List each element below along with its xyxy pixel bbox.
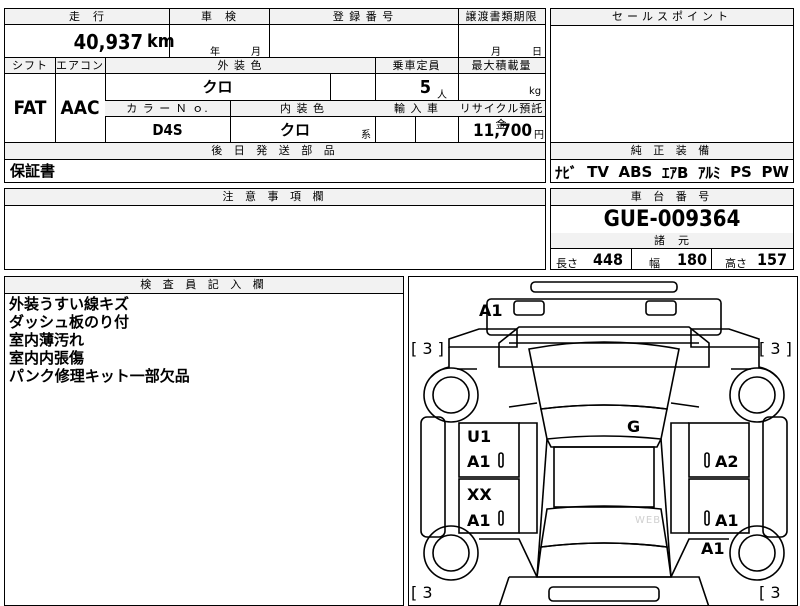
equipment-nav: ﾅﾋﾞ [555, 163, 578, 182]
exterior-label: 外 装 色 [105, 58, 375, 74]
notes-box: 注 意 事 項 欄 [4, 188, 546, 270]
registration-label: 登 録 番 号 [269, 9, 458, 25]
equipment-list: ﾅﾋﾞ TV ABS ｴｱB ｱﾙﾐ PS PW [555, 160, 789, 184]
length-label: 長さ [556, 257, 578, 270]
width-value: 180 [677, 250, 708, 269]
ac-value: AAC [60, 97, 100, 119]
equipment-label: 純 正 装 備 [551, 143, 793, 160]
equipment-pw: PW [761, 163, 789, 181]
inspector-note: 室内内張傷 [9, 349, 85, 367]
inspection-label: 車 検 [169, 9, 269, 25]
sales-point-box: セールスポイント [550, 8, 794, 143]
equipment-abs: ABS [618, 163, 653, 181]
inspector-note: ダッシュ板のり付 [9, 313, 130, 331]
shift-label: シフト [5, 58, 55, 74]
interior-unit: 系 [361, 130, 371, 141]
inspector-note: パンク修理キット一部欠品 [9, 367, 190, 385]
equipment-tv: TV [587, 163, 609, 181]
interior-label: 内 装 色 [230, 101, 375, 117]
length-value: 448 [593, 250, 624, 269]
transfer-month: 月 [491, 47, 501, 58]
recycle-label: リサイクル預託金 [458, 101, 545, 131]
ac-label: エアコン [55, 58, 105, 74]
later-parts-value: 保証書 [10, 162, 56, 180]
inspection-year: 年 [210, 47, 220, 58]
mark-right-quarter: A1 [701, 539, 725, 558]
mark-left-rear-a: A1 [467, 511, 491, 530]
mileage-value: 40,937 [73, 30, 143, 54]
mileage-label: 走 行 [5, 9, 169, 25]
notes-label: 注 意 事 項 欄 [5, 189, 545, 206]
mileage-unit: km [147, 31, 175, 52]
mark-left-rear-x: XX [467, 485, 492, 504]
interior-value: クロ [279, 121, 310, 139]
inspector-label: 検 査 員 記 入 欄 [5, 277, 403, 294]
transfer-day: 日 [532, 47, 542, 58]
damage-diagram: A1 [ 3 ] [ 3 ] G U1 A1 XX A1 A2 A1 A1 [ … [408, 276, 798, 606]
sales-point-label: セールスポイント [551, 9, 793, 26]
color-no-label: カ ラ ー Ｎ ｏ. [105, 101, 230, 117]
inspection-month: 月 [251, 47, 261, 58]
inspector-notes: 外装うすい線キズ ダッシュ板のり付 室内薄汚れ 室内内張傷 パンク修理キット一部… [9, 295, 190, 385]
later-parts-box: 後 日 発 送 部 品 保証書 [4, 142, 546, 183]
inspector-note: 外装うすい線キズ [9, 295, 130, 313]
specs-label: 諸 元 [551, 233, 793, 249]
import-label: 輸 入 車 [375, 101, 458, 117]
mark-front: A1 [479, 301, 503, 320]
recycle-value: 11,700 [472, 121, 532, 141]
transfer-label: 譲渡書類期限 [458, 9, 545, 25]
mark-roof: G [627, 417, 641, 436]
mark-bracket-bl: [ 3 [411, 583, 433, 602]
chassis-box: 車 台 番 号 GUE-009364 諸 元 長さ 448 幅 180 高さ 1… [550, 188, 794, 270]
mark-bracket-br: [ 3 [759, 583, 781, 602]
mark-bracket-tl: [ 3 ] [411, 339, 444, 358]
shift-value: FAT [13, 97, 47, 119]
inspector-box: 検 査 員 記 入 欄 外装うすい線キズ ダッシュ板のり付 室内薄汚れ 室内内張… [4, 276, 404, 606]
mark-bracket-tr: [ 3 ] [759, 339, 792, 358]
equipment-box: 純 正 装 備 ﾅﾋﾞ TV ABS ｴｱB ｱﾙﾐ PS PW [550, 142, 794, 183]
later-parts-label: 後 日 発 送 部 品 [5, 143, 545, 160]
color-no-value: D4S [152, 121, 183, 139]
load-unit: kg [529, 86, 542, 97]
equipment-airbag: ｴｱB [661, 163, 689, 182]
inspector-note: 室内薄汚れ [9, 331, 85, 349]
capacity-label: 乗車定員 [375, 58, 458, 74]
mark-left-door-u: U1 [467, 427, 492, 446]
vehicle-info-table: 走 行 車 検 登 録 番 号 譲渡書類期限 40,937 km 年 月 月 日… [4, 8, 546, 143]
height-value: 157 [757, 250, 788, 269]
mark-left-door-a: A1 [467, 452, 491, 471]
equipment-alloy: ｱﾙﾐ [697, 163, 721, 182]
recycle-unit: 円 [534, 130, 544, 141]
chassis-value: GUE-009364 [603, 207, 741, 232]
equipment-ps: PS [730, 163, 752, 181]
load-label: 最大積載量 [458, 58, 545, 74]
watermark: WEB [635, 515, 662, 526]
capacity-unit: 人 [437, 90, 447, 101]
mark-right-door: A2 [715, 452, 739, 471]
mark-right-rear: A1 [715, 511, 739, 530]
capacity-value: 5 [419, 77, 431, 98]
width-label: 幅 [649, 257, 660, 270]
chassis-label: 車 台 番 号 [551, 189, 793, 206]
exterior-value: クロ [202, 78, 233, 96]
height-label: 高さ [725, 257, 747, 270]
